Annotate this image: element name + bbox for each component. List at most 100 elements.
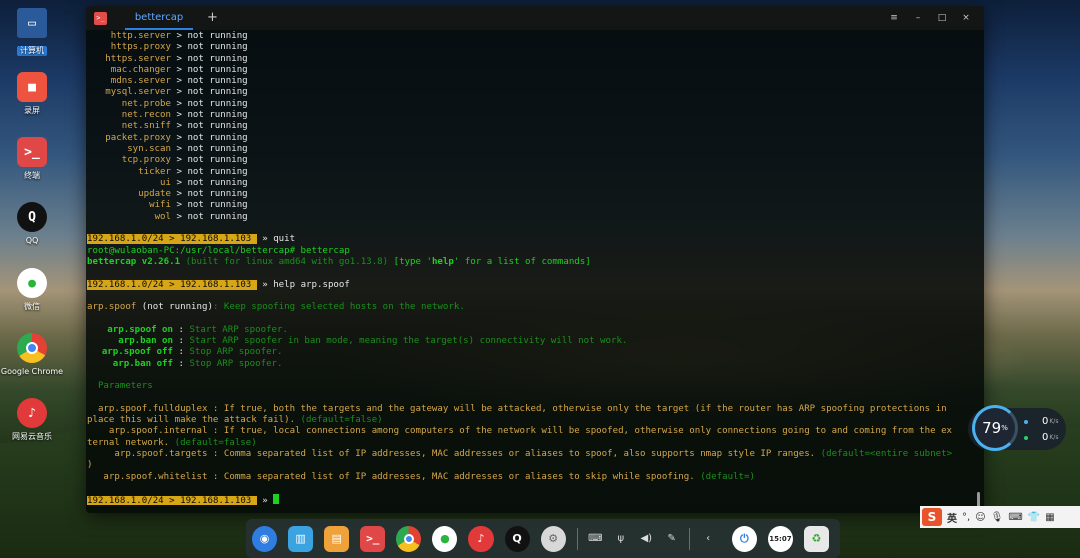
- terminal-window: >_ bettercap + ≡ – □ × http.server > not…: [86, 6, 984, 513]
- power-icon[interactable]: ⏻: [731, 525, 757, 552]
- module-name: wifi: [149, 200, 171, 211]
- module-status: not running: [187, 177, 248, 188]
- app-store-icon[interactable]: ▤: [324, 525, 350, 552]
- command-desc: Stop ARP spoofer.: [189, 347, 283, 358]
- netease-music-icon[interactable]: ♪: [468, 525, 494, 552]
- command-desc: Start ARP spoofer.: [189, 324, 288, 335]
- prompt-line-active[interactable]: 192.168.1.0/24 > 192.168.1.103 »: [87, 494, 983, 506]
- ime-language[interactable]: 英: [947, 510, 957, 525]
- upload-dot-icon: [1024, 419, 1028, 424]
- settings-gear-icon[interactable]: ⚙: [540, 525, 566, 552]
- module-name: net.probe: [121, 98, 171, 109]
- chrome-icon[interactable]: [396, 525, 422, 552]
- banner-help-word: help: [431, 256, 454, 267]
- module-status-row: packet.proxy > not running: [87, 133, 983, 144]
- desc-module: arp.spoof: [87, 302, 137, 313]
- terminal-titlebar: >_ bettercap + ≡ – □ ×: [86, 6, 984, 30]
- desc-text: : Keep spoofing selected hosts on the ne…: [212, 302, 465, 313]
- desktop-icon-label: 终端: [24, 171, 40, 180]
- qq-penguin-icon[interactable]: Q: [504, 525, 530, 552]
- module-name: http.server: [110, 31, 171, 41]
- toolbox-icon[interactable]: ▦: [1045, 512, 1054, 523]
- banner-line: bettercap v2.26.1 (built for linux amd64…: [87, 257, 983, 268]
- module-status-row: ticker > not running: [87, 167, 983, 178]
- desktop-icon-wechat[interactable]: ● 微信: [0, 268, 64, 312]
- file-manager-icon[interactable]: ▥: [288, 525, 314, 552]
- chevron-left-icon[interactable]: ‹: [700, 526, 715, 552]
- close-button[interactable]: ×: [954, 13, 978, 23]
- prompt-line: 192.168.1.0/24 > 192.168.1.103 » quit: [87, 234, 296, 245]
- keyboard-icon[interactable]: ⌨: [1008, 512, 1022, 523]
- desktop-icon-chrome[interactable]: Google Chrome: [0, 333, 64, 377]
- minimize-button[interactable]: –: [906, 13, 930, 23]
- desc-status: (not running): [141, 302, 213, 313]
- screen-recorder-icon: ■: [17, 72, 47, 102]
- module-status: not running: [187, 31, 248, 41]
- desktop-icon-terminal[interactable]: >_ 终端: [0, 137, 64, 181]
- module-name: https.server: [105, 53, 171, 64]
- prompt-subnet: 192.168.1.0/24: [87, 234, 164, 245]
- trash-icon[interactable]: ♻: [803, 525, 830, 552]
- add-tab-button[interactable]: +: [207, 6, 218, 30]
- module-status: not running: [187, 42, 248, 53]
- module-status: not running: [187, 200, 248, 211]
- wechat-icon[interactable]: ●: [432, 525, 458, 552]
- clock-icon[interactable]: 15:07: [767, 525, 793, 552]
- command-row: arp.ban on : Start ARP spoofer in ban mo…: [87, 336, 983, 347]
- module-name: https.proxy: [110, 42, 171, 53]
- usb-tray-icon[interactable]: ψ: [613, 526, 628, 552]
- computer-icon: ▭: [17, 8, 47, 38]
- module-status-row: https.server > not running: [87, 54, 983, 65]
- module-status-row: wol > not running: [87, 212, 983, 223]
- pen-icon[interactable]: ✎: [664, 526, 679, 552]
- command-name: arp.ban on: [118, 336, 173, 347]
- desktop-icon-label: 计算机: [17, 46, 47, 56]
- command-desc: Start ARP spoofer in ban mode, meaning t…: [189, 336, 628, 347]
- tab-bettercap[interactable]: bettercap: [125, 6, 193, 30]
- param-fullduplex-cont: place this will make the attack fail). (…: [87, 415, 383, 426]
- command-row: arp.ban off : Stop ARP spoofer.: [87, 359, 983, 370]
- dock-separator: [689, 527, 691, 550]
- punctuation-icon[interactable]: °,: [962, 512, 970, 523]
- banner-name: bettercap v2.26.1: [87, 256, 181, 267]
- prompt-line: 192.168.1.0/24 > 192.168.1.103 » help ar…: [87, 279, 350, 290]
- module-status: not running: [187, 211, 248, 222]
- terminal-icon[interactable]: >_: [360, 525, 386, 552]
- desktop-icon-qq[interactable]: Q QQ: [0, 202, 64, 246]
- module-status-list: http.server > not running https.proxy > n…: [87, 31, 983, 223]
- module-status-row: update > not running: [87, 189, 983, 200]
- param-internal-cont: ternal network. (default=false): [87, 437, 257, 448]
- module-status-row: tcp.proxy > not running: [87, 155, 983, 166]
- shell-line: root@wulaoban-PC:/usr/local/bettercap# b…: [87, 245, 350, 256]
- network-speed-widget[interactable]: 79% 0 K/s 0 K/s: [968, 405, 1066, 451]
- module-name: mac.changer: [110, 64, 171, 75]
- desktop-icon-netease-music[interactable]: ♪ 网易云音乐: [0, 398, 64, 442]
- emoji-icon[interactable]: ☺: [975, 512, 985, 523]
- skin-icon[interactable]: 👕: [1028, 512, 1040, 523]
- launcher-icon[interactable]: ◉: [252, 525, 278, 552]
- module-name: ui: [160, 177, 171, 188]
- command-name: arp.spoof on: [107, 324, 173, 335]
- module-status-row: ui > not running: [87, 178, 983, 189]
- module-name: tcp.proxy: [121, 155, 171, 166]
- module-status: not running: [187, 98, 248, 109]
- menu-button[interactable]: ≡: [882, 13, 906, 23]
- keyboard-tray-icon[interactable]: ⌨: [588, 526, 603, 552]
- desktop-icon-label: 网易云音乐: [12, 432, 52, 441]
- prompt-subnet: 192.168.1.0/24: [87, 279, 164, 290]
- module-status-row: mdns.server > not running: [87, 76, 983, 87]
- maximize-button[interactable]: □: [930, 13, 954, 23]
- desktop-icon-screen-recorder[interactable]: ■ 录屏: [0, 72, 64, 116]
- param-targets-cont: ): [87, 460, 93, 471]
- module-status: not running: [187, 110, 248, 121]
- module-name: update: [138, 189, 171, 200]
- banner-built: (built for linux amd64 with go1.13.8): [185, 256, 389, 267]
- voice-icon[interactable]: 🎙: [991, 512, 1004, 523]
- ime-toolbar[interactable]: S 英 °, ☺ 🎙 ⌨ 👕 ▦: [920, 506, 1080, 528]
- desktop-icon-computer[interactable]: ▭ 计算机: [0, 8, 64, 57]
- wechat-icon: ●: [17, 268, 47, 298]
- terminal-output[interactable]: http.server > not running https.proxy > n…: [86, 30, 984, 513]
- volume-icon[interactable]: ◀): [639, 526, 654, 552]
- module-status: not running: [187, 121, 248, 132]
- desktop-icon-label: Google Chrome: [0, 367, 64, 376]
